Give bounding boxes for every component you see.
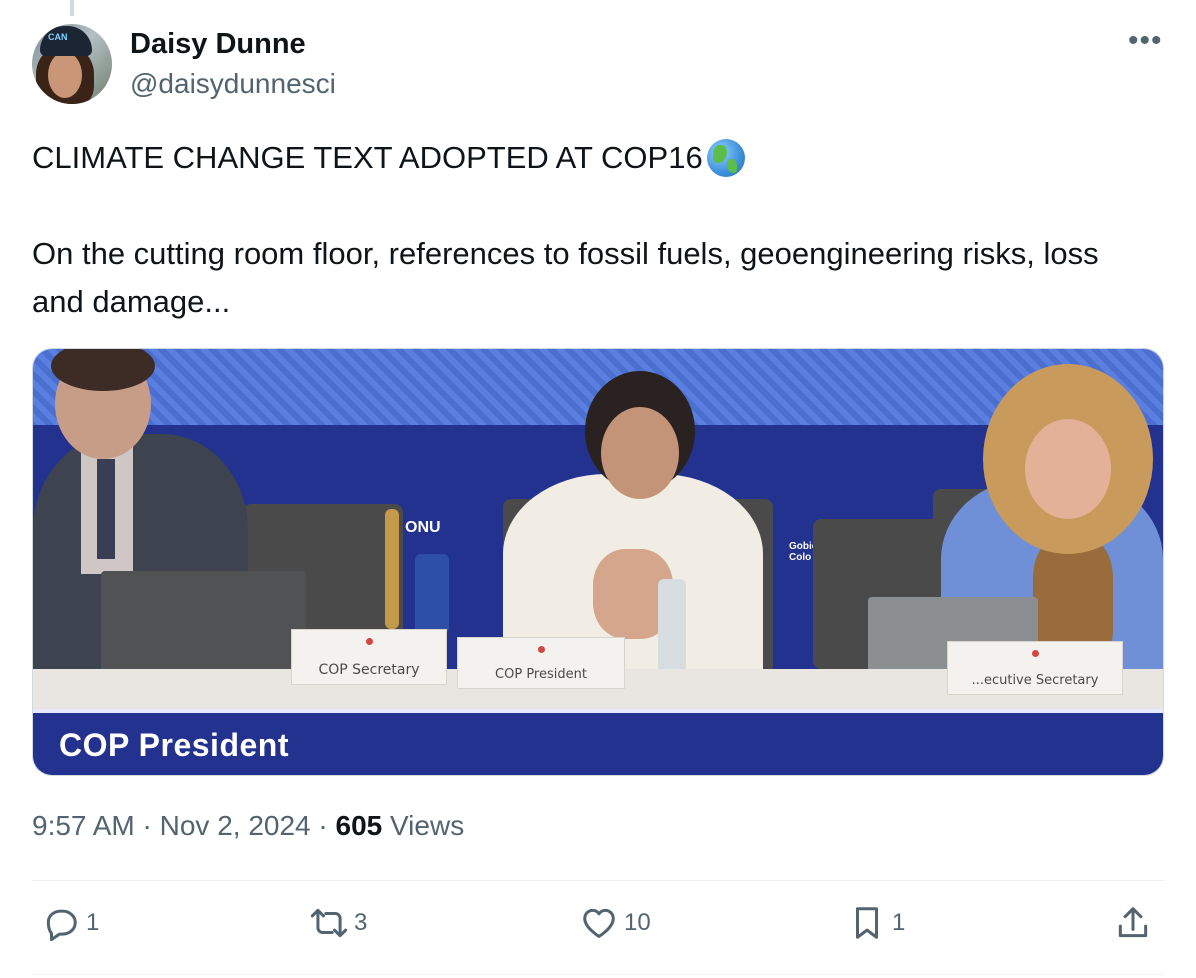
reply-icon	[46, 909, 77, 942]
bookmark-icon	[855, 907, 879, 939]
placard-cop-president: COP President	[457, 637, 625, 689]
divider	[32, 974, 1164, 975]
tweet-headline-text: CLIMATE CHANGE TEXT ADOPTED AT COP16	[32, 140, 703, 175]
views-label: Views	[390, 810, 465, 841]
heart-icon	[583, 908, 615, 938]
reply-count: 1	[86, 909, 100, 936]
bookmark-button[interactable]: 1	[848, 904, 905, 942]
author-name[interactable]: Daisy Dunne	[130, 28, 306, 61]
tweet-date[interactable]: Nov 2, 2024	[160, 810, 311, 841]
tweet-meta: 9:57 AM · Nov 2, 2024 · 605 Views	[32, 810, 465, 841]
like-count: 10	[624, 909, 651, 936]
retweet-button[interactable]: 3	[310, 904, 367, 942]
tweet-headline: CLIMATE CHANGE TEXT ADOPTED AT COP16	[32, 136, 745, 180]
lower-third-label: COP President	[59, 727, 289, 763]
reply-button[interactable]: 1	[42, 904, 99, 942]
retweet-count: 3	[354, 909, 368, 936]
backdrop-sign: ONU	[405, 519, 441, 536]
lower-third-banner: COP President	[33, 709, 1163, 775]
placard-executive-secretary: ...ecutive Secretary	[947, 641, 1123, 695]
tweet-video[interactable]: ONU Gobie Colo COP Secretary COP Preside…	[32, 348, 1164, 776]
views-count: 605	[335, 810, 383, 841]
globe-americas-icon	[706, 139, 745, 177]
avatar-hat-text: CAN	[48, 32, 68, 42]
author-handle[interactable]: @daisydunnesci	[130, 68, 336, 100]
thread-line	[70, 0, 74, 16]
retweet-icon	[310, 908, 348, 938]
avatar[interactable]: CAN	[32, 24, 112, 104]
bookmark-count: 1	[892, 909, 906, 936]
flag-pole	[385, 509, 399, 629]
tweet-time[interactable]: 9:57 AM	[32, 810, 135, 841]
like-button[interactable]: 10	[580, 904, 651, 942]
more-options-button[interactable]: •••	[1128, 24, 1163, 58]
laptop	[101, 571, 306, 681]
action-bar: 1 3 10 1	[32, 904, 1164, 960]
share-icon	[1118, 907, 1148, 938]
placard-cop-secretary: COP Secretary	[291, 629, 447, 685]
water-bottle	[415, 554, 449, 634]
tweet-body: On the cutting room floor, references to…	[32, 236, 1099, 319]
divider	[32, 880, 1164, 881]
share-button[interactable]	[1114, 904, 1152, 942]
